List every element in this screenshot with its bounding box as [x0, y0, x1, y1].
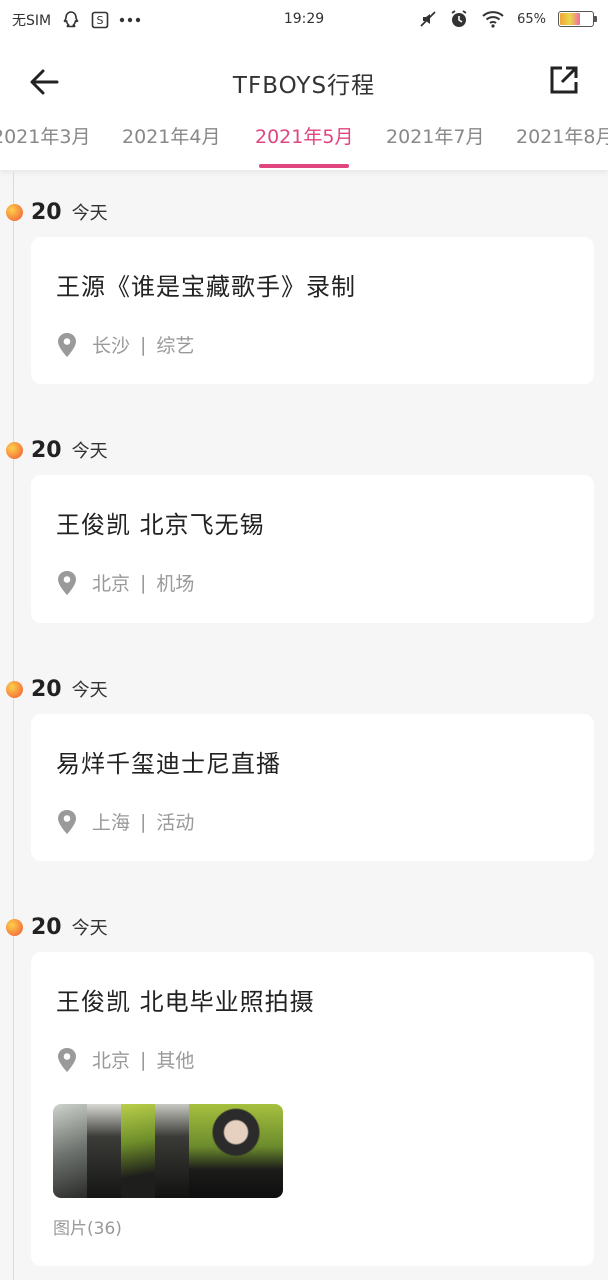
date-day: 20 [31, 437, 62, 463]
wifi-icon [481, 10, 505, 28]
tab-2021-07[interactable]: 2021年7月 [386, 122, 484, 149]
event-title: 易烊千玺迪士尼直播 [56, 750, 281, 778]
event-card[interactable]: 王俊凯 北电毕业照拍摄 北京 | 其他 图片(36) [31, 952, 594, 1266]
event-city: 长沙 [92, 335, 131, 357]
tab-2021-05[interactable]: 2021年5月 [255, 122, 353, 149]
photo-thumbnail[interactable] [53, 1104, 87, 1198]
alarm-icon [449, 9, 469, 29]
event-card[interactable]: 王源《谁是宝藏歌手》录制 长沙 | 综艺 [31, 237, 594, 384]
tab-2021-03[interactable]: 2021年3月 [0, 122, 90, 149]
event-category: 机场 [156, 573, 195, 595]
event-location: 长沙 | 综艺 [56, 331, 194, 358]
tab-2021-08[interactable]: 2021年8月 [516, 122, 608, 149]
timeline-dot [6, 680, 23, 698]
photo-thumbnail[interactable] [189, 1104, 283, 1198]
photo-count[interactable]: 图片(36) [53, 1214, 122, 1239]
timeline-dot [6, 441, 23, 459]
status-bar: 无SIM S 19:29 65% [0, 0, 608, 40]
timeline-line [13, 172, 14, 1280]
location-pin-icon [58, 1047, 76, 1072]
active-tab-indicator [259, 164, 349, 168]
event-city: 北京 [92, 573, 131, 595]
location-pin-icon [58, 332, 76, 357]
date-header: 20 今天 [6, 434, 108, 466]
date-day: 20 [31, 199, 62, 225]
photo-thumbnail[interactable] [155, 1104, 189, 1198]
event-city: 上海 [92, 812, 131, 834]
event-title: 王源《谁是宝藏歌手》录制 [56, 273, 356, 301]
date-label: 今天 [71, 441, 108, 462]
date-day: 20 [31, 914, 62, 940]
event-card[interactable]: 王俊凯 北京飞无锡 北京 | 机场 [31, 475, 594, 623]
event-location: 上海 | 活动 [56, 808, 194, 835]
battery-icon [558, 11, 597, 27]
share-button[interactable] [546, 62, 582, 98]
tab-2021-04[interactable]: 2021年4月 [122, 122, 220, 149]
month-tabs: 2021年3月 2021年4月 2021年5月 2021年7月 2021年8月 [0, 110, 608, 170]
separator: | [140, 571, 147, 594]
date-day: 20 [31, 676, 62, 702]
mute-icon [419, 10, 437, 28]
event-city: 北京 [92, 1050, 131, 1072]
page-title: TFBOYS行程 [232, 73, 376, 99]
event-title: 王俊凯 北京飞无锡 [56, 511, 265, 539]
location-pin-icon [58, 809, 76, 834]
event-category: 综艺 [156, 335, 195, 357]
date-label: 今天 [71, 680, 108, 701]
external-link-icon [550, 66, 578, 94]
timeline-dot [6, 203, 23, 221]
date-header: 20 今天 [6, 673, 108, 705]
event-category: 其他 [156, 1050, 195, 1072]
photo-thumbnail[interactable] [87, 1104, 121, 1198]
event-category: 活动 [156, 812, 195, 834]
date-label: 今天 [71, 203, 108, 224]
location-pin-icon [58, 570, 76, 595]
event-title: 王俊凯 北电毕业照拍摄 [56, 988, 315, 1016]
battery-percent: 65% [517, 11, 546, 27]
separator: | [140, 810, 147, 833]
photo-strip[interactable] [53, 1104, 283, 1198]
timeline-dot [6, 918, 23, 936]
photo-thumbnail[interactable] [121, 1104, 155, 1198]
event-card[interactable]: 易烊千玺迪士尼直播 上海 | 活动 [31, 714, 594, 861]
event-location: 北京 | 机场 [56, 569, 194, 596]
separator: | [140, 1048, 147, 1071]
date-header: 20 今天 [6, 196, 108, 228]
event-location: 北京 | 其他 [56, 1046, 194, 1073]
separator: | [140, 333, 147, 356]
date-header: 20 今天 [6, 911, 108, 943]
date-label: 今天 [71, 918, 108, 939]
